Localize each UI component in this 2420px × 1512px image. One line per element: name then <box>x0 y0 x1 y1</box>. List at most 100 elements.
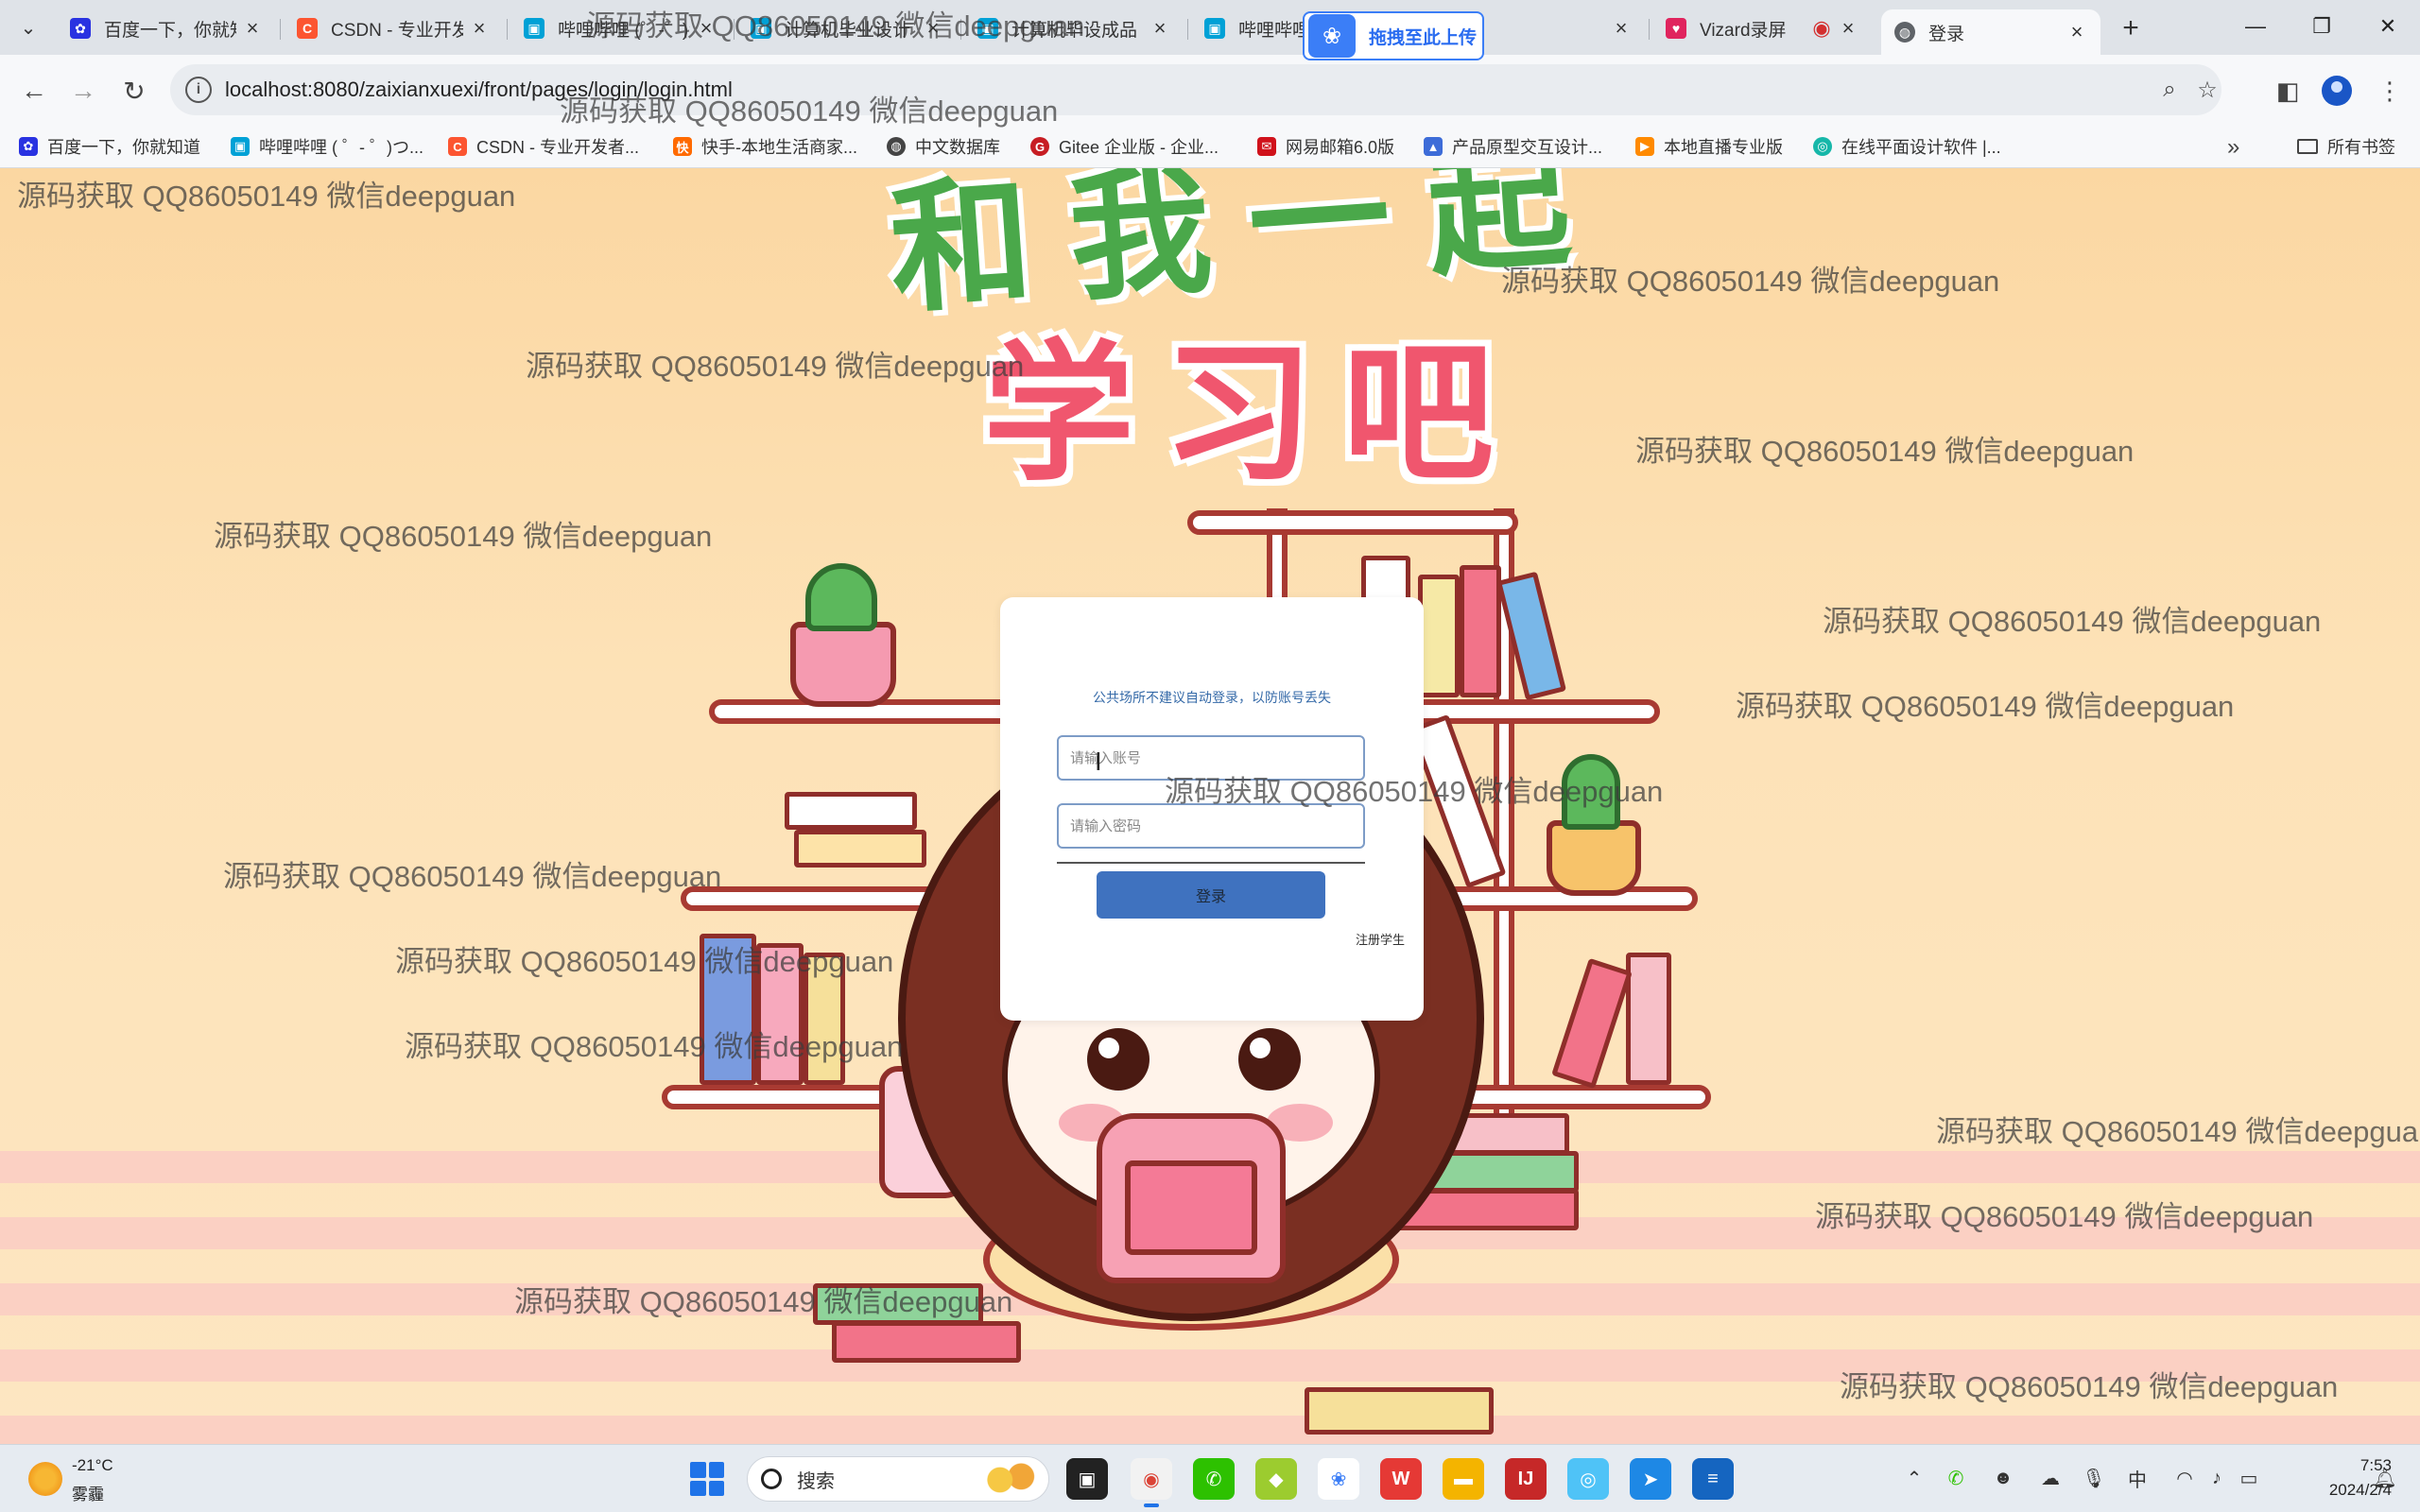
login-button[interactable]: 登录 <box>1097 871 1325 919</box>
taskbar-search[interactable]: 搜索 <box>747 1456 1049 1502</box>
cloud-icon[interactable]: ☁ <box>2036 1464 2065 1492</box>
bookmark-item[interactable]: ◎ 在线平面设计软件 |... <box>1813 132 2001 161</box>
kuaishou-icon: 快 <box>673 137 692 156</box>
globe-icon: ◍ <box>887 137 906 156</box>
chrome-icon[interactable]: ◉ <box>1131 1458 1172 1507</box>
wechat-tray-icon[interactable]: ✆ <box>1942 1464 1970 1492</box>
windows-taskbar: -21°C 雾霾 搜索 ▣ ◉ ✆ ◆ ❀ W ▬ IJ ◎ ➤ ≡ ⌃ ✆ ☻… <box>0 1444 2420 1512</box>
reload-button[interactable]: ↻ <box>115 72 153 110</box>
close-icon[interactable]: × <box>1611 16 1632 41</box>
background-title-line2: 学习吧 <box>983 325 1523 502</box>
bookmark-item[interactable]: ▲ 产品原型交互设计... <box>1424 132 1602 161</box>
bookmark-item[interactable]: ▣ 哔哩哔哩 ( ゜- ゜)つ... <box>231 132 424 161</box>
tab-bilibili-3[interactable]: ▣ 计算机毕设成品 × <box>964 8 1184 49</box>
weather-temperature[interactable]: -21°C <box>72 1456 113 1475</box>
upload-cloud-icon: ❀ <box>1308 14 1356 58</box>
bookmark-item[interactable]: ▶ 本地直播专业版 <box>1635 132 1783 161</box>
close-window-button[interactable]: ✕ <box>2361 9 2414 43</box>
tab-bilibili-2[interactable]: ▣ 计算机毕业设计 × <box>737 8 957 49</box>
close-icon[interactable]: × <box>469 16 490 41</box>
microphone-icon[interactable]: 🎙︎ <box>2080 1464 2108 1492</box>
back-button[interactable]: ← <box>15 72 53 110</box>
site-info-icon[interactable]: i <box>185 77 212 103</box>
zoom-icon[interactable]: ⌕ <box>2155 76 2184 104</box>
close-icon[interactable]: × <box>696 16 717 41</box>
globe-icon: ◍ <box>1894 22 1915 43</box>
wechat-icon[interactable]: ✆ <box>1193 1458 1235 1500</box>
profile-avatar[interactable] <box>2322 76 2352 106</box>
paw-icon: ✿ <box>19 137 38 156</box>
close-icon[interactable]: × <box>1838 16 1858 41</box>
speaker-icon[interactable]: ♪ <box>2203 1464 2231 1492</box>
notepad-icon[interactable]: ≡ <box>1692 1458 1734 1500</box>
new-tab-button[interactable]: + <box>2114 12 2148 43</box>
csdn-icon: C <box>448 137 467 156</box>
design-icon: ◎ <box>1813 137 1832 156</box>
wifi-icon[interactable]: ◠ <box>2170 1464 2199 1492</box>
bilibili-icon: ▣ <box>231 137 250 156</box>
text-cursor-icon: I <box>1095 748 1102 777</box>
task-view-icon[interactable]: ▣ <box>1066 1458 1108 1500</box>
app-icon[interactable]: ◎ <box>1567 1458 1609 1500</box>
bookmarks-bar: ✿ 百度一下，你就知道 ▣ 哔哩哔哩 ( ゜- ゜)つ... C CSDN - 专业开… <box>0 125 2420 168</box>
bilibili-icon: ▣ <box>1204 18 1225 39</box>
heart-icon: ♥ <box>1666 18 1686 39</box>
tab-bilibili[interactable]: ▣ 哔哩哔哩 (゜-゜)つロ × <box>510 8 730 49</box>
bookmark-item[interactable]: G Gitee 企业版 - 企业... <box>1030 132 1219 161</box>
address-bar[interactable]: i localhost:8080/zaixianxuexi/front/page… <box>170 64 2221 115</box>
notification-bell-icon[interactable]: 🔔︎ <box>2371 1464 2399 1492</box>
tray-overflow-icon[interactable]: ⌃ <box>1900 1464 1928 1492</box>
baidu-netdisk-icon[interactable]: ❀ <box>1318 1458 1359 1500</box>
account-input[interactable] <box>1057 735 1365 781</box>
weather-sun-icon[interactable] <box>28 1462 62 1496</box>
tab-baidu[interactable]: ✿ 百度一下，你就知道 × <box>57 8 276 49</box>
live-icon: ▶ <box>1635 137 1654 156</box>
windows-start-icon[interactable] <box>690 1462 724 1496</box>
bookmark-item[interactable]: ✉ 网易邮箱6.0版 <box>1257 132 1394 161</box>
side-panel-icon[interactable]: ◧ <box>2269 72 2307 110</box>
bookmark-item[interactable]: ✿ 百度一下，你就知道 <box>19 132 200 161</box>
search-highlight-icon <box>984 1463 1037 1497</box>
bookmark-item[interactable]: C CSDN - 专业开发者... <box>448 132 639 161</box>
folder-icon <box>2297 139 2318 154</box>
forward-button[interactable]: → <box>64 72 102 110</box>
intellij-icon[interactable]: IJ <box>1505 1458 1547 1500</box>
input-method-icon[interactable]: 中 <box>2123 1464 2152 1492</box>
upload-drop-pill[interactable]: ❀ 拖拽至此上传 <box>1303 11 1484 60</box>
browser-tab-strip: ⌄ ✿ 百度一下，你就知道 × C CSDN - 专业开发者社区 × ▣ 哔哩哔… <box>0 0 2420 60</box>
register-student-link[interactable]: 注册学生 <box>1356 930 1405 948</box>
close-icon[interactable]: × <box>2066 20 2087 44</box>
netease-mail-icon: ✉ <box>1257 137 1276 156</box>
close-icon[interactable]: × <box>1150 16 1170 41</box>
file-explorer-icon[interactable]: ▬ <box>1443 1458 1484 1500</box>
close-icon[interactable]: × <box>242 16 263 41</box>
app-icon[interactable]: ◆ <box>1255 1458 1297 1500</box>
weather-condition[interactable]: 雾霾 <box>72 1481 104 1504</box>
tab-login-active[interactable]: ◍ 登录 × <box>1881 9 2100 55</box>
bookmark-star-icon[interactable]: ☆ <box>2193 76 2221 104</box>
minimize-button[interactable]: — <box>2229 9 2282 43</box>
bookmarks-overflow-icon[interactable]: » <box>2227 134 2239 161</box>
csdn-icon: C <box>297 18 318 39</box>
paw-icon: ✿ <box>70 18 91 39</box>
more-menu-icon[interactable]: ⋮ <box>2371 72 2409 110</box>
tab-csdn[interactable]: C CSDN - 专业开发者社区 × <box>284 8 503 49</box>
password-input[interactable] <box>1057 803 1365 849</box>
restore-button[interactable]: ❐ <box>2295 9 2348 43</box>
all-bookmarks-folder[interactable]: 所有书签 <box>2297 132 2395 161</box>
search-icon <box>761 1469 782 1489</box>
divider <box>1057 862 1365 864</box>
bookmark-item[interactable]: ◍ 中文数据库 <box>887 132 1000 161</box>
bilibili-icon: ▣ <box>977 18 998 39</box>
feishu-icon[interactable]: ➤ <box>1630 1458 1671 1500</box>
bilibili-icon: ▣ <box>751 18 771 39</box>
prototype-icon: ▲ <box>1424 137 1443 156</box>
bookmark-item[interactable]: 快快手-本地生活商家... <box>673 132 857 161</box>
tab-search-chevron-icon[interactable]: ⌄ <box>11 13 45 42</box>
qq-tray-icon[interactable]: ☻ <box>1989 1464 2017 1492</box>
tab-vizard[interactable]: ♥ Vizard录屏 ◉ × <box>1652 8 1872 49</box>
wps-icon[interactable]: W <box>1380 1458 1422 1500</box>
address-url[interactable]: localhost:8080/zaixianxuexi/front/pages/… <box>225 77 733 102</box>
close-icon[interactable]: × <box>923 16 943 41</box>
battery-icon[interactable]: ▭ <box>2235 1464 2263 1492</box>
